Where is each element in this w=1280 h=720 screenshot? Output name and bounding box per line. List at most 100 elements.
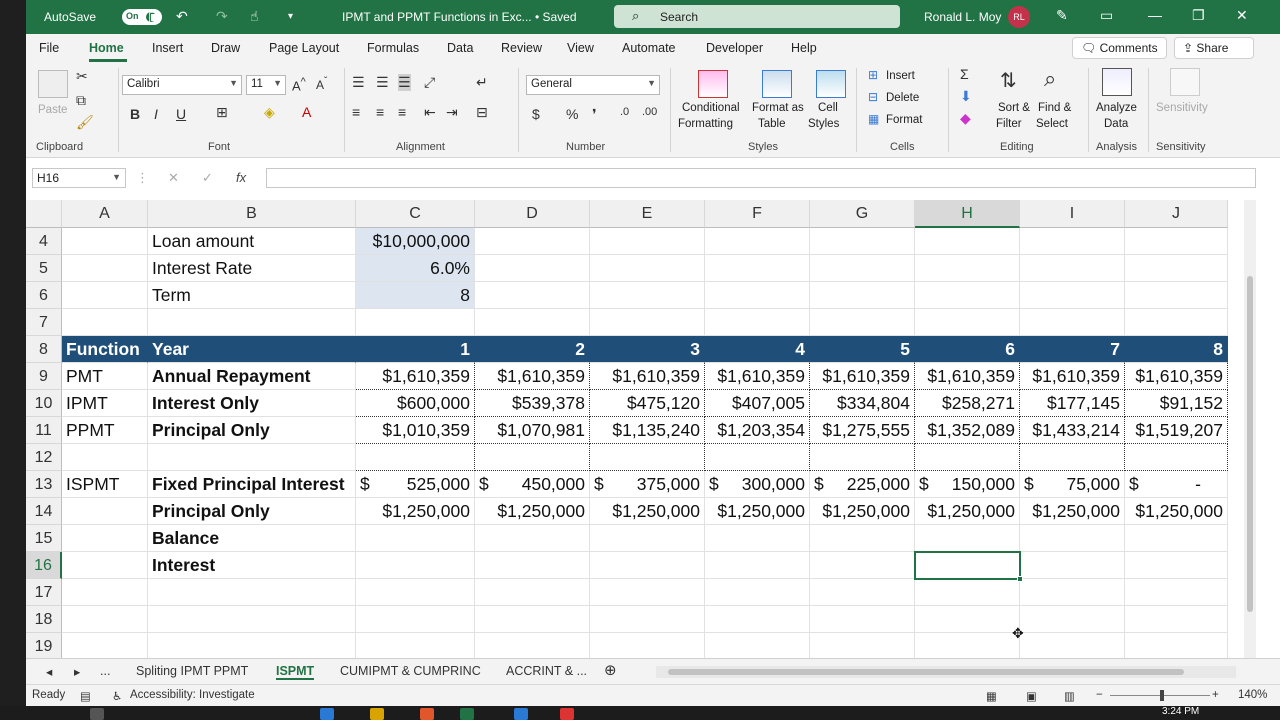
ribbon-display-icon[interactable]: ▭	[1100, 7, 1113, 24]
close-icon[interactable]: ✕	[1236, 7, 1248, 24]
grid-cell[interactable]	[810, 552, 915, 579]
grid-cell[interactable]	[915, 228, 1020, 255]
insert-cells-label[interactable]: Insert	[886, 70, 915, 82]
format-as-table-label-1[interactable]: Format as	[752, 102, 804, 114]
customize-qat-icon[interactable]: ▾	[288, 11, 293, 22]
row-label[interactable]: Balance	[148, 525, 356, 552]
payment-value[interactable]: $1,610,359	[1020, 363, 1125, 390]
decrease-decimal-icon[interactable]: .00	[642, 106, 657, 118]
ispmt-value[interactable]: $525,000	[356, 471, 475, 498]
format-cells-label[interactable]: Format	[886, 114, 922, 126]
next-sheet-icon[interactable]: ▸	[74, 664, 80, 679]
zoom-out-icon[interactable]: −	[1096, 689, 1103, 701]
grid-cell[interactable]	[1020, 606, 1125, 633]
row-header[interactable]: 15	[26, 525, 62, 552]
input-value[interactable]: 8	[356, 282, 475, 309]
tab-automate[interactable]: Automate	[622, 41, 676, 55]
grid-cell[interactable]	[915, 606, 1020, 633]
grid-cell[interactable]	[1020, 525, 1125, 552]
horizontal-scrollbar[interactable]	[656, 666, 1236, 678]
ispmt-value[interactable]: $75,000	[1020, 471, 1125, 498]
grid-cell[interactable]	[915, 309, 1020, 336]
function-name[interactable]: ISPMT	[62, 471, 148, 498]
grid-cell[interactable]	[148, 606, 356, 633]
grid-cell[interactable]	[705, 579, 810, 606]
tab-insert[interactable]: Insert	[152, 41, 183, 55]
align-left-icon[interactable]: ≡	[352, 104, 360, 120]
page-break-icon[interactable]: ▥	[1064, 689, 1075, 703]
grid-cell[interactable]	[475, 525, 590, 552]
borders-icon[interactable]: ⊞	[216, 104, 228, 121]
column-header[interactable]: A	[62, 200, 148, 228]
principal-value[interactable]: $1,250,000	[356, 498, 475, 525]
ispmt-value[interactable]: $ -	[1125, 471, 1228, 498]
format-as-table-label-2[interactable]: Table	[758, 118, 786, 130]
row-label[interactable]: Fixed Principal Interest	[148, 471, 356, 498]
font-size-box[interactable]: 11 ▼	[246, 75, 286, 95]
grid-cell[interactable]	[475, 255, 590, 282]
row-header[interactable]: 18	[26, 606, 62, 633]
middle-align-icon[interactable]: ☰	[376, 74, 389, 91]
format-cells-icon[interactable]: ▦	[868, 112, 879, 126]
grid-cell[interactable]	[590, 228, 705, 255]
enter-icon[interactable]: ✓	[202, 170, 213, 186]
grid-cell[interactable]	[810, 444, 915, 471]
save-icon[interactable]: ▣	[148, 8, 161, 25]
column-header[interactable]: D	[475, 200, 590, 228]
ispmt-value[interactable]: $225,000	[810, 471, 915, 498]
underline-button[interactable]: U	[176, 106, 186, 122]
cell-styles-label-2[interactable]: Styles	[808, 118, 839, 130]
grid-cell[interactable]	[148, 309, 356, 336]
grid-cell[interactable]	[915, 282, 1020, 309]
search-taskbar-icon[interactable]	[90, 708, 104, 720]
payment-value[interactable]: $334,804	[810, 390, 915, 417]
analyze-data-icon[interactable]	[1102, 68, 1132, 96]
table-header-year-number[interactable]: 4	[705, 336, 810, 363]
grid-cell[interactable]	[590, 309, 705, 336]
horizontal-scroll-thumb[interactable]	[668, 669, 1184, 675]
grid-cell[interactable]	[590, 282, 705, 309]
grid-cell[interactable]	[705, 525, 810, 552]
column-header[interactable]: B	[148, 200, 356, 228]
payment-value[interactable]: $1,203,354	[705, 417, 810, 444]
sheet-tab-ispmt[interactable]: ISPMT	[276, 664, 315, 680]
grid-cell[interactable]	[356, 525, 475, 552]
currency-icon[interactable]: $	[532, 106, 540, 122]
grid-cell[interactable]	[1125, 606, 1228, 633]
name-box[interactable]: H16 ▼	[32, 168, 126, 188]
grid-cell[interactable]	[475, 633, 590, 658]
payment-value[interactable]: $1,519,207	[1125, 417, 1228, 444]
macro-record-icon[interactable]: ▤	[80, 689, 91, 703]
grid-cell[interactable]	[1020, 552, 1125, 579]
grid-cell[interactable]	[915, 525, 1020, 552]
payment-value[interactable]: $539,378	[475, 390, 590, 417]
grid-cell[interactable]	[915, 444, 1020, 471]
grid-cell[interactable]	[62, 282, 148, 309]
comments-button[interactable]: 🗨 Comments	[1072, 37, 1167, 59]
vertical-scrollbar[interactable]	[1244, 200, 1256, 658]
principal-value[interactable]: $1,250,000	[810, 498, 915, 525]
select-all-corner[interactable]	[26, 200, 62, 228]
grid-cell[interactable]	[62, 498, 148, 525]
zoom-in-icon[interactable]: +	[1212, 689, 1219, 701]
formula-input[interactable]	[266, 168, 1256, 188]
input-value[interactable]: 6.0%	[356, 255, 475, 282]
sort-filter-icon[interactable]: ⇅	[1000, 68, 1017, 93]
principal-value[interactable]: $1,250,000	[1125, 498, 1228, 525]
grid-cell[interactable]	[475, 282, 590, 309]
grid-cell[interactable]	[475, 579, 590, 606]
input-label[interactable]: Interest Rate	[148, 255, 356, 282]
insert-function-icon[interactable]: fx	[236, 170, 246, 185]
principal-value[interactable]: $1,250,000	[475, 498, 590, 525]
tab-developer[interactable]: Developer	[706, 41, 763, 55]
column-header[interactable]: G	[810, 200, 915, 228]
payment-value[interactable]: $600,000	[356, 390, 475, 417]
payment-value[interactable]: $1,070,981	[475, 417, 590, 444]
row-header[interactable]: 19	[26, 633, 62, 658]
payment-value[interactable]: $1,610,359	[810, 363, 915, 390]
row-header[interactable]: 8	[26, 336, 62, 363]
grid-cell[interactable]	[810, 255, 915, 282]
tab-data[interactable]: Data	[447, 41, 473, 55]
italic-button[interactable]: I	[154, 106, 158, 122]
payment-value[interactable]: $91,152	[1125, 390, 1228, 417]
